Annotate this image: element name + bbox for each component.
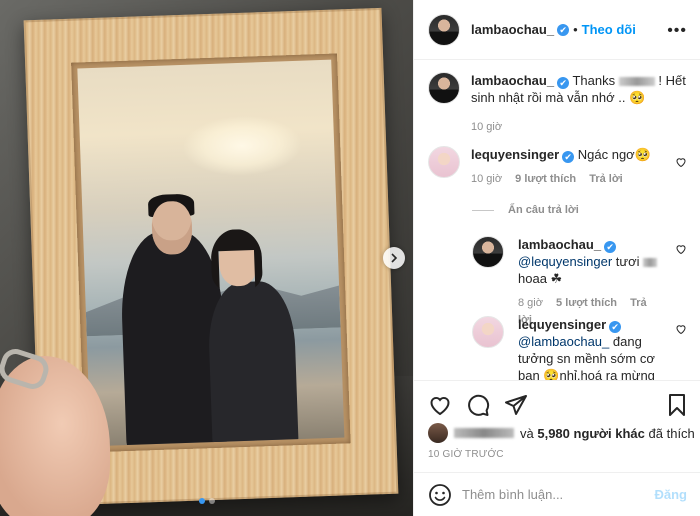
caption-time[interactable]: 10 giờ	[471, 121, 502, 133]
carousel-dot	[208, 498, 215, 504]
comment-username[interactable]: lequyensinger	[471, 147, 559, 162]
post-sidebar: lambaochau_ ✔ • Theo dõi ••• lambaochau_…	[413, 0, 700, 516]
hide-replies-button[interactable]: Ẩn câu trả lời	[472, 204, 579, 216]
comment-time[interactable]: 10 giờ	[471, 173, 502, 185]
verified-icon: ✔	[557, 77, 570, 89]
verified-icon: ✔	[609, 321, 622, 333]
caption-text-start: Thanks	[572, 73, 616, 88]
reply-button[interactable]: Trả lời	[589, 173, 623, 185]
reply-avatar[interactable]	[472, 236, 504, 268]
comment-body: lequyensinger ✔ Ngác ngơ🥺 10 giờ 9 lượt t…	[471, 146, 671, 188]
chevron-right-icon	[391, 253, 398, 263]
caption-username[interactable]: lambaochau_	[471, 73, 554, 88]
likes-suffix: đã thích	[648, 425, 695, 441]
instagram-post-modal: lambaochau_ ✔ • Theo dõi ••• lambaochau_…	[0, 0, 700, 516]
verified-icon: ✔	[604, 241, 617, 253]
carousel-dot-active	[198, 498, 205, 504]
censored-liker-name	[454, 428, 514, 438]
reply-avatar[interactable]	[472, 316, 504, 348]
reply-body: lequyensinger ✔ @lambaochau_ đang tưởng s…	[518, 316, 668, 380]
heart-icon[interactable]	[428, 393, 452, 417]
follow-button[interactable]: Theo dõi	[582, 22, 636, 37]
sun-glow	[180, 113, 303, 178]
carousel-dots	[0, 498, 413, 504]
reply-time[interactable]: 8 giờ	[518, 297, 543, 309]
author-username[interactable]: lambaochau_	[471, 22, 554, 37]
reply-mention[interactable]: @lequyensinger	[518, 254, 612, 269]
emoji-icon[interactable]	[428, 483, 452, 507]
verified-icon: ✔	[557, 23, 570, 36]
add-comment-bar: Đăng	[414, 472, 700, 516]
comment-input[interactable]	[462, 487, 655, 502]
author-avatar[interactable]	[428, 13, 460, 46]
heart-icon[interactable]	[675, 323, 687, 335]
reply-text-end: hoaa ☘	[518, 271, 563, 286]
hide-replies-label: Ẩn câu trả lời	[508, 204, 579, 216]
comment-icon[interactable]	[466, 393, 490, 417]
woman-figure	[206, 280, 299, 447]
reply-mention[interactable]: @lambaochau_	[518, 334, 609, 349]
caption: lambaochau_ ✔ Thanks ! Hết sinh nhật rồi …	[428, 72, 690, 136]
post-timestamp[interactable]: 10 GIỜ TRƯỚC	[428, 449, 504, 460]
comment-likes[interactable]: 9 lượt thích	[515, 173, 576, 185]
post-comment-button[interactable]: Đăng	[655, 487, 688, 502]
frame-mat	[71, 53, 351, 453]
framed-picture	[77, 59, 345, 447]
commenter-avatar[interactable]	[428, 146, 460, 178]
next-photo-button[interactable]	[383, 247, 405, 269]
post-actions: và 5,980 người khác đã thích 10 GIỜ TRƯỚ…	[414, 380, 700, 460]
verified-icon: ✔	[562, 151, 575, 163]
caption-body: lambaochau_ ✔ Thanks ! Hết sinh nhật rồi …	[471, 72, 689, 136]
action-icons	[428, 393, 528, 417]
comments-list: lambaochau_ ✔ Thanks ! Hết sinh nhật rồi …	[414, 60, 700, 380]
reply-username[interactable]: lambaochau_	[518, 237, 601, 252]
censored-text	[643, 258, 658, 268]
post-header: lambaochau_ ✔ • Theo dõi •••	[414, 0, 700, 60]
separator-dot: •	[573, 22, 578, 37]
reply-text-start: tươi	[615, 254, 640, 269]
likes-summary: và 5,980 người khác đã thích	[428, 423, 695, 443]
share-icon[interactable]	[504, 393, 528, 417]
man-face	[150, 200, 194, 256]
post-photo	[0, 0, 413, 516]
caption-meta: 10 giờ	[471, 119, 689, 136]
more-options-icon[interactable]: •••	[667, 22, 687, 40]
likes-and: và	[520, 425, 534, 441]
reply-line	[472, 209, 494, 211]
liker-avatar[interactable]	[428, 423, 448, 443]
reply-item: lequyensinger ✔ @lambaochau_ đang tưởng s…	[472, 316, 690, 380]
caption-avatar[interactable]	[428, 72, 460, 104]
censored-text	[618, 77, 655, 87]
reply-likes[interactable]: 5 lượt thích	[556, 297, 617, 309]
likes-count-link[interactable]: 5,980 người khác	[537, 426, 645, 441]
reply-username[interactable]: lequyensinger	[518, 317, 606, 332]
bookmark-icon[interactable]	[665, 393, 689, 417]
heart-icon[interactable]	[675, 156, 687, 168]
heart-icon[interactable]	[675, 243, 687, 255]
comment-item: lequyensinger ✔ Ngác ngơ🥺 10 giờ 9 lượt t…	[428, 146, 690, 188]
comment-text: Ngác ngơ🥺	[577, 147, 651, 162]
comment-meta: 10 giờ 9 lượt thích Trả lời	[471, 171, 671, 188]
